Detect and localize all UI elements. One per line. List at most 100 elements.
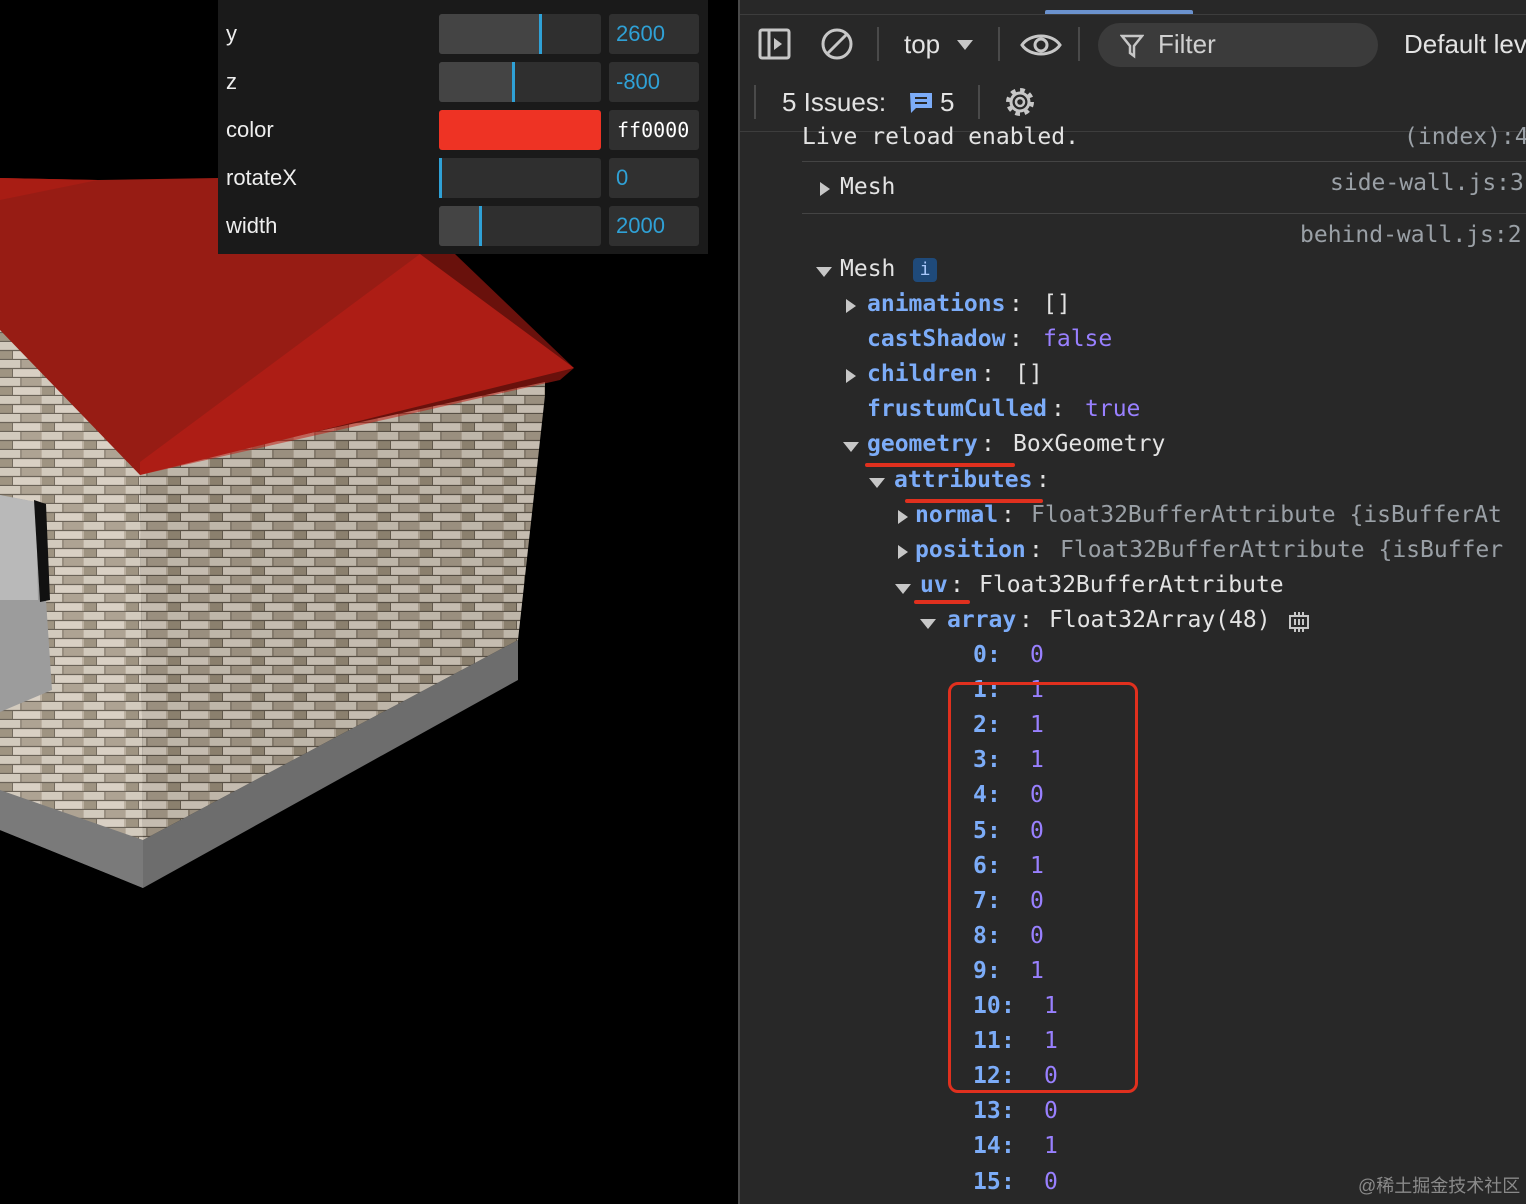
source-link[interactable]: side-wall.js:3 [1330, 170, 1524, 196]
array-colon: : [1001, 1133, 1015, 1160]
array-index: 13 [973, 1098, 1001, 1125]
slider-knob[interactable] [539, 14, 542, 54]
devtools-console: top Filter Default lev 5 Issues: 5 Live … [740, 0, 1526, 1204]
message-icon [910, 93, 932, 113]
red-underline-annotation [914, 600, 970, 604]
slider-fill [439, 14, 540, 54]
prop-value: false [1043, 326, 1113, 352]
prop-key[interactable]: normal [915, 502, 998, 528]
prop-colon: : [1009, 291, 1023, 317]
prop-key[interactable]: attributes [894, 467, 1032, 493]
width-slider[interactable] [439, 206, 601, 246]
control-row-rotatex: rotateX 0 [218, 154, 708, 202]
red-box-annotation [948, 682, 1138, 1093]
console-toolbar: top Filter Default lev [740, 15, 1526, 73]
y-slider[interactable] [439, 14, 601, 54]
clear-console-icon[interactable] [820, 27, 854, 61]
prop-colon: : [1036, 467, 1050, 493]
collapse-triangle-icon[interactable] [869, 478, 885, 488]
prop-key[interactable]: geometry [867, 431, 978, 457]
mesh-object[interactable]: Mesh [840, 256, 895, 282]
eye-icon[interactable] [1020, 31, 1062, 59]
source-link[interactable]: (index):4 [1404, 124, 1526, 150]
toolbar-separator [754, 85, 756, 119]
rotatex-value-input[interactable]: 0 [609, 158, 699, 198]
source-link[interactable]: behind-wall.js:2 [1300, 222, 1522, 248]
prop-colon: : [981, 431, 995, 457]
expand-triangle-icon[interactable] [820, 182, 830, 196]
slider-fill [439, 62, 513, 102]
gear-icon[interactable] [1002, 84, 1038, 120]
color-swatch[interactable] [439, 110, 601, 150]
array-colon: : [987, 642, 1001, 668]
toolbar-separator [998, 27, 1000, 61]
chevron-down-icon [957, 40, 973, 50]
prop-key[interactable]: animations [867, 291, 1005, 317]
three-viewport[interactable]: y 2600 z -800 color ff0000 rotateX 0 wid… [0, 0, 738, 1204]
slider-knob[interactable] [479, 206, 482, 246]
expand-triangle-icon[interactable] [898, 510, 908, 524]
prop-key[interactable]: position [915, 537, 1026, 563]
prop-value: Float32BufferAttribute [979, 572, 1284, 598]
prop-key[interactable]: children [867, 361, 978, 387]
console-messages: Live reload enabled. (index):4 Mesh side… [740, 124, 1526, 1204]
prop-value: true [1085, 396, 1141, 422]
z-value-input[interactable]: -800 [609, 62, 699, 102]
y-value-input[interactable]: 2600 [609, 14, 699, 54]
prop-key: castShadow [867, 326, 1006, 352]
control-row-color: color ff0000 [218, 106, 708, 154]
watermark: @稀土掘金技术社区 [1358, 1176, 1521, 1196]
array-index: 0 [973, 642, 987, 668]
filter-icon [1120, 34, 1144, 59]
z-slider[interactable] [439, 62, 601, 102]
collapse-triangle-icon[interactable] [843, 442, 859, 452]
log-message: Live reload enabled. [802, 124, 1079, 150]
toolbar-separator [877, 27, 879, 61]
prop-key: frustumCulled [867, 396, 1048, 422]
prop-colon: : [1019, 607, 1033, 633]
width-value-input[interactable]: 2000 [609, 206, 699, 246]
collapse-triangle-icon[interactable] [920, 619, 936, 629]
info-badge[interactable]: i [913, 258, 937, 282]
prop-key[interactable]: uv [920, 572, 948, 598]
prop-colon: : [981, 361, 995, 387]
filter-placeholder: Filter [1158, 29, 1216, 59]
prop-colon: : [1001, 502, 1015, 528]
control-row-z: z -800 [218, 58, 708, 106]
slider-knob[interactable] [512, 62, 515, 102]
rotatex-slider[interactable] [439, 158, 601, 198]
control-label: y [226, 21, 237, 46]
slider-knob[interactable] [439, 158, 442, 198]
array-index: 15 [973, 1168, 1001, 1195]
slider-fill [439, 206, 480, 246]
array-index: 14 [973, 1133, 1001, 1160]
expand-triangle-icon[interactable] [846, 369, 856, 383]
message-divider [802, 213, 1526, 214]
expand-triangle-icon[interactable] [898, 545, 908, 559]
issues-label[interactable]: 5 Issues: [782, 87, 886, 118]
prop-value: BoxGeometry [1013, 431, 1166, 457]
expand-triangle-icon[interactable] [846, 299, 856, 313]
issues-count[interactable]: 5 [940, 87, 954, 118]
prop-value: [] [1043, 291, 1071, 317]
memory-inspector-icon[interactable] [1287, 611, 1311, 633]
context-selector[interactable]: top [904, 29, 940, 60]
filter-input[interactable]: Filter [1098, 23, 1378, 67]
array-value: 0 [1044, 1168, 1058, 1195]
array-value: 0 [1044, 1098, 1058, 1125]
message-divider [802, 161, 1526, 162]
collapse-triangle-icon[interactable] [895, 584, 911, 594]
array-value: 0 [1030, 642, 1044, 668]
control-label: z [226, 69, 237, 94]
prop-colon: : [1009, 326, 1023, 352]
active-tab-indicator [1045, 10, 1193, 14]
prop-value: Float32BufferAttribute {isBuffer [1060, 537, 1504, 563]
mesh-object[interactable]: Mesh [840, 174, 895, 200]
color-hex-input[interactable]: ff0000 [609, 110, 699, 150]
control-label: width [226, 213, 278, 238]
collapse-triangle-icon[interactable] [816, 267, 832, 277]
log-levels-dropdown[interactable]: Default lev [1404, 29, 1526, 60]
array-colon: : [1001, 1168, 1015, 1195]
sidebar-toggle-icon[interactable] [758, 28, 792, 60]
prop-key[interactable]: array [947, 607, 1016, 633]
